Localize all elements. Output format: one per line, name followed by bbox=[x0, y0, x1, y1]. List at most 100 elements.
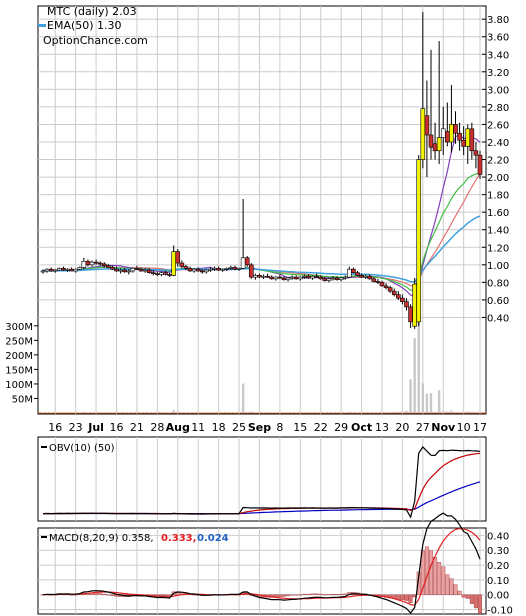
candle-body bbox=[138, 268, 144, 272]
candle-body bbox=[142, 269, 148, 272]
price-tick-label: 3.40 bbox=[487, 50, 509, 61]
candle-body bbox=[453, 124, 458, 134]
macd-histogram-bar bbox=[98, 593, 103, 595]
candle-body bbox=[61, 268, 66, 271]
x-tick-label: 21 bbox=[130, 421, 144, 434]
price-tick-label: 3.20 bbox=[487, 68, 509, 79]
price-tick-label: 1.80 bbox=[487, 191, 509, 202]
macd-histogram-bar bbox=[110, 594, 115, 596]
price-tick-label: 2.80 bbox=[487, 103, 509, 114]
legend-ema-swatch bbox=[38, 24, 46, 27]
candle-body bbox=[293, 276, 299, 280]
candle-body bbox=[167, 274, 172, 276]
candle-body bbox=[347, 268, 352, 278]
macd-histogram-bar bbox=[408, 594, 413, 604]
candle-body bbox=[163, 272, 168, 275]
candle-body bbox=[314, 275, 319, 278]
candle-body bbox=[432, 143, 438, 152]
candle-body bbox=[110, 267, 115, 270]
candle-body bbox=[359, 275, 364, 278]
volume-bar bbox=[429, 393, 433, 413]
volume-bar bbox=[450, 410, 453, 413]
volume-bar bbox=[474, 411, 478, 413]
macd-histogram-bar bbox=[400, 594, 405, 601]
candle-body bbox=[412, 283, 417, 327]
candle-body bbox=[469, 128, 475, 152]
volume-bar bbox=[372, 412, 376, 413]
volume-tick-label: 300M bbox=[5, 322, 33, 333]
candle-body bbox=[351, 268, 356, 274]
macd-histogram-bar bbox=[343, 593, 348, 595]
price-tick-label: 1.40 bbox=[487, 226, 509, 237]
candle-body bbox=[326, 278, 332, 281]
candle-body bbox=[477, 154, 483, 175]
x-tick-label: 11 bbox=[191, 421, 205, 434]
candle-body bbox=[428, 134, 434, 148]
x-tick-label: 29 bbox=[334, 421, 348, 434]
candle-body bbox=[396, 294, 401, 299]
volume-bar bbox=[425, 393, 429, 413]
candle-body bbox=[183, 266, 189, 269]
candle-body bbox=[244, 257, 250, 266]
candle-body bbox=[342, 276, 348, 279]
candle-body bbox=[424, 115, 430, 136]
macd-histogram-bar bbox=[318, 593, 323, 595]
x-tick-label: 16 bbox=[110, 421, 124, 434]
candle-body bbox=[224, 268, 230, 270]
x-tick-label: 22 bbox=[314, 421, 328, 434]
macd-histogram-bar bbox=[326, 594, 331, 596]
candle-body bbox=[289, 276, 295, 279]
volume-bar bbox=[397, 411, 400, 413]
volume-bar bbox=[172, 410, 175, 413]
macd-histogram-bar bbox=[453, 584, 458, 595]
candle-body bbox=[199, 270, 205, 273]
candle-body bbox=[297, 276, 303, 280]
price-tick-label: 1.60 bbox=[487, 208, 509, 219]
macd-histogram-bar bbox=[302, 593, 307, 595]
price-panel: 16 23 Jul 16 21 28 Aug 11 18 25 Sep 8 15 22 29 Oct 13 20 2… bbox=[5, 5, 509, 434]
candle-body bbox=[461, 139, 466, 147]
candle-body bbox=[212, 268, 217, 270]
candle-body bbox=[330, 277, 336, 280]
candle-body bbox=[416, 159, 422, 323]
candle-body bbox=[48, 268, 54, 272]
volume-bar bbox=[180, 412, 184, 413]
volume-bar bbox=[352, 412, 355, 413]
volume-bar bbox=[401, 411, 404, 413]
macd-histogram-bar bbox=[330, 594, 335, 595]
volume-bar bbox=[417, 320, 420, 413]
candle-body bbox=[265, 275, 270, 278]
candle-body bbox=[179, 262, 185, 267]
price-tick-label: 1.20 bbox=[487, 243, 509, 254]
x-tick-label: 17 bbox=[473, 421, 487, 434]
candle-body bbox=[130, 268, 136, 272]
volume-bar bbox=[454, 411, 457, 413]
candle-body bbox=[367, 275, 373, 280]
candle-body bbox=[97, 262, 103, 265]
macd-legend-main: MACD(8,20,9) 0.358, bbox=[49, 533, 154, 544]
volume-bar bbox=[405, 410, 408, 413]
candle-body bbox=[89, 261, 95, 266]
obv-legend: OBV(10) (50) bbox=[49, 443, 115, 454]
macd-tick-label: 0.10 bbox=[487, 576, 509, 587]
volume-bar bbox=[462, 411, 465, 413]
price-tick-label: 1.00 bbox=[487, 261, 509, 272]
macd-histogram-bar bbox=[286, 594, 291, 597]
volume-bar bbox=[458, 411, 461, 413]
volume-bar bbox=[446, 411, 449, 413]
volume-bar bbox=[393, 411, 396, 413]
volume-bar bbox=[82, 412, 86, 413]
candle-body bbox=[228, 267, 234, 269]
candle-body bbox=[146, 269, 152, 274]
price-tick-label: 2.60 bbox=[487, 120, 509, 131]
volume-bar bbox=[409, 379, 412, 413]
price-tick-label: 2.40 bbox=[487, 138, 509, 149]
candle-body bbox=[208, 268, 213, 271]
candle-body bbox=[273, 276, 279, 280]
candle-body bbox=[306, 275, 311, 279]
x-tick-label: Oct bbox=[351, 421, 372, 434]
macd-histogram-bar bbox=[290, 594, 295, 596]
x-tick-label: 18 bbox=[212, 421, 226, 434]
macd-histogram-bar bbox=[441, 566, 446, 595]
price-tick-label: 0.60 bbox=[487, 296, 509, 307]
